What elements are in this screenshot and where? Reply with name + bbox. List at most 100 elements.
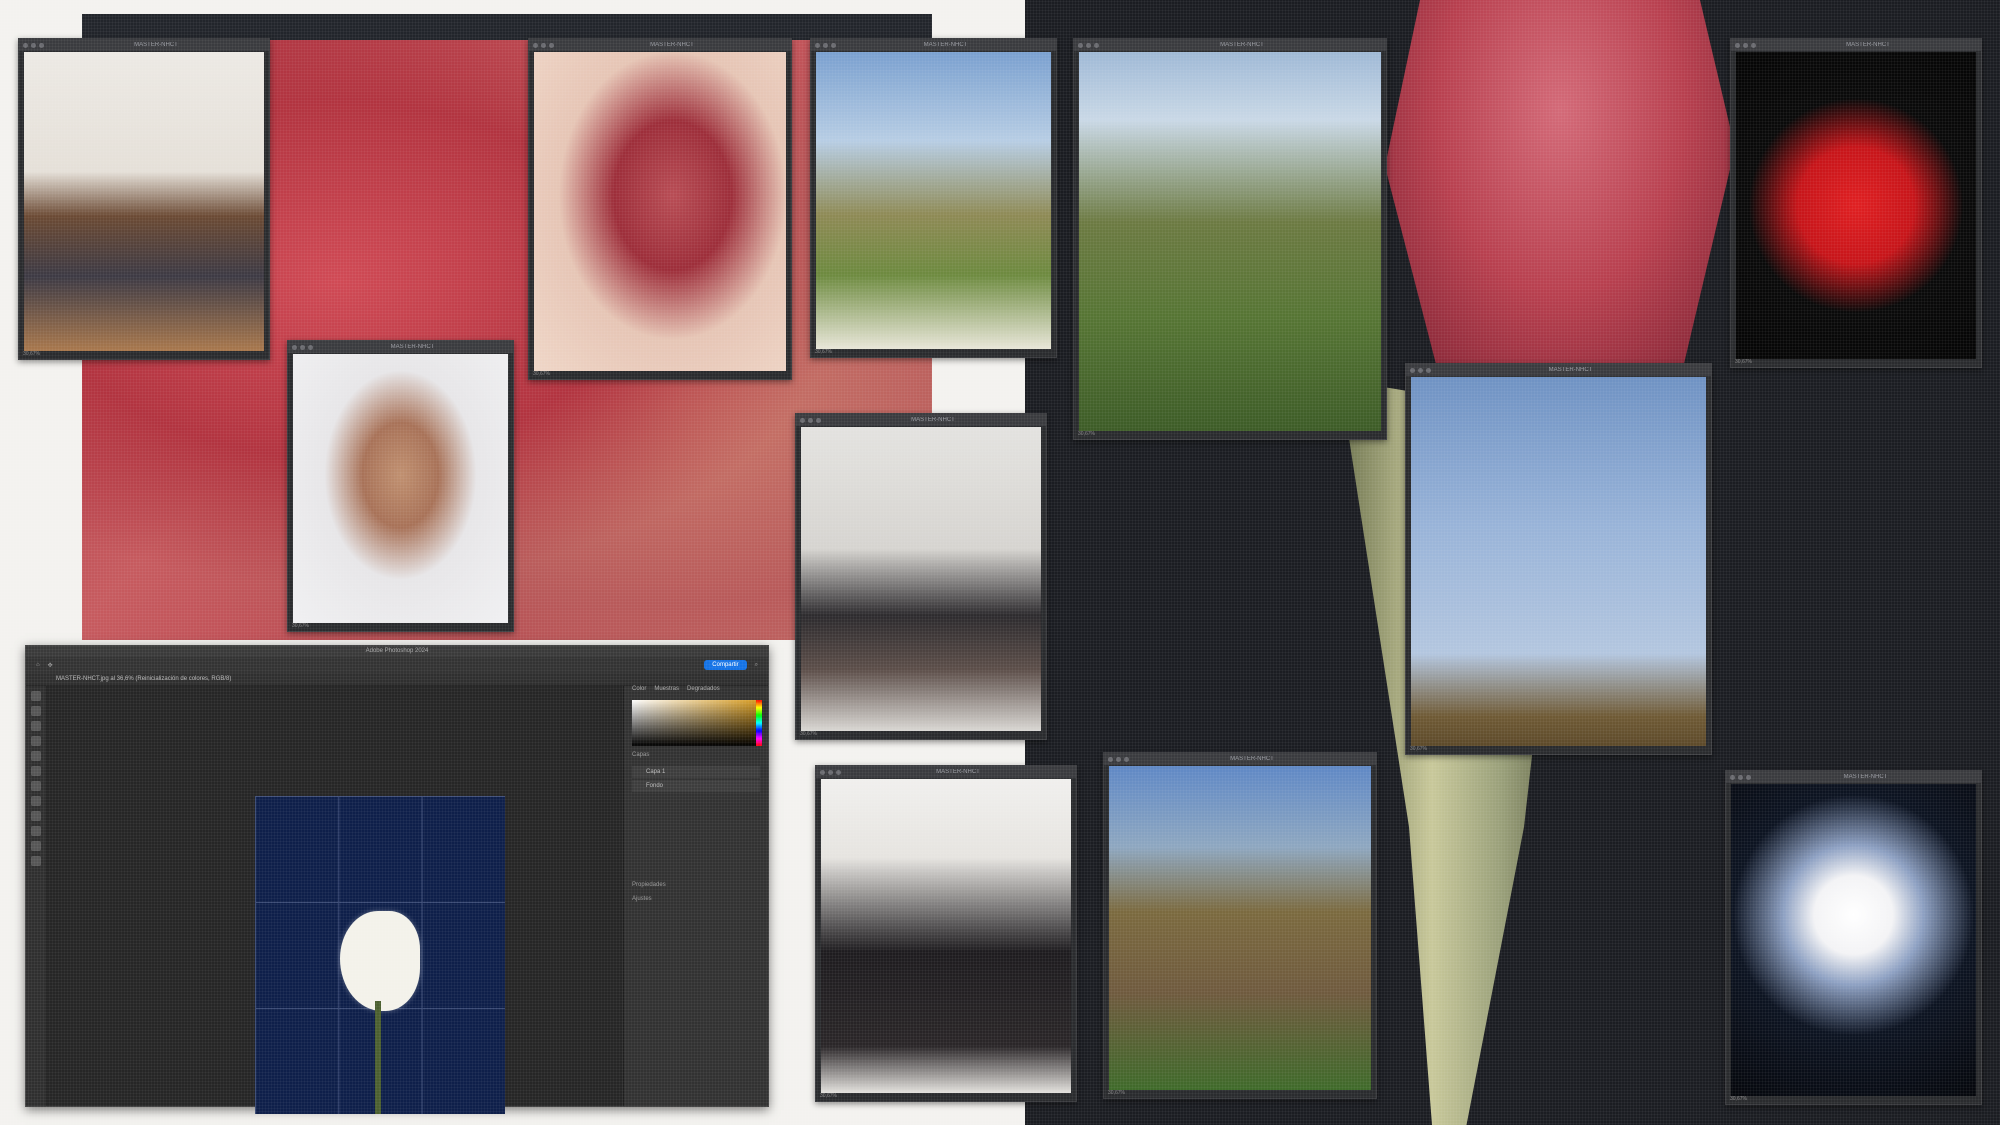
window-title: MASTER-NHCT bbox=[390, 344, 435, 350]
tab-gradients[interactable]: Degradados bbox=[687, 686, 720, 696]
window-close-icon[interactable] bbox=[23, 42, 28, 48]
window-titlebar[interactable]: MASTER-NHCT bbox=[1731, 39, 1981, 51]
hand-tool-icon[interactable] bbox=[31, 841, 41, 851]
window-titlebar[interactable]: MASTER-NHCT bbox=[19, 39, 269, 51]
photoshop-title: Adobe Photoshop 2024 bbox=[26, 646, 768, 657]
photo-window-1[interactable]: MASTER-NHCT 30,67% bbox=[18, 38, 270, 360]
calla-lily-flower bbox=[340, 911, 420, 1011]
crop-tool-icon[interactable] bbox=[31, 736, 41, 746]
home-icon[interactable]: ⌂ bbox=[36, 662, 40, 668]
color-panel-tabs[interactable]: Color Muestras Degradados bbox=[624, 686, 768, 696]
window-close-icon[interactable] bbox=[1730, 774, 1735, 780]
document-canvas[interactable] bbox=[255, 796, 505, 1114]
photo-window-2[interactable]: MASTER-NHCT 30,67% bbox=[528, 38, 792, 380]
stamp-tool-icon[interactable] bbox=[31, 781, 41, 791]
layer-row[interactable]: Capa 1 bbox=[632, 766, 760, 778]
window-minimize-icon[interactable] bbox=[31, 42, 36, 48]
window-minimize-icon[interactable] bbox=[823, 42, 828, 48]
photo-image bbox=[293, 354, 508, 623]
window-titlebar[interactable]: MASTER-NHCT bbox=[1074, 39, 1386, 51]
window-close-icon[interactable] bbox=[820, 769, 825, 775]
color-picker-field[interactable] bbox=[632, 700, 760, 746]
window-zoom-icon[interactable] bbox=[1124, 756, 1129, 762]
window-title: MASTER-NHCT bbox=[1846, 42, 1890, 48]
photo-window-4[interactable]: MASTER-NHCT 30,67% bbox=[1073, 38, 1387, 440]
window-minimize-icon[interactable] bbox=[1116, 756, 1121, 762]
window-close-icon[interactable] bbox=[1078, 42, 1083, 48]
window-close-icon[interactable] bbox=[1735, 42, 1740, 48]
window-close-icon[interactable] bbox=[1410, 367, 1415, 373]
window-titlebar[interactable]: MASTER-NHCT bbox=[1104, 753, 1376, 765]
search-icon[interactable]: ⌕ bbox=[755, 662, 758, 669]
window-zoom-icon[interactable] bbox=[1426, 367, 1431, 373]
canvas-area[interactable] bbox=[47, 686, 622, 1114]
window-titlebar[interactable]: MASTER-NHCT bbox=[288, 341, 513, 353]
eraser-tool-icon[interactable] bbox=[31, 796, 41, 806]
window-zoom-icon[interactable] bbox=[816, 417, 821, 423]
photo-window-6[interactable]: MASTER-NHCT 30,67% bbox=[287, 340, 514, 632]
lasso-tool-icon[interactable] bbox=[31, 721, 41, 731]
window-close-icon[interactable] bbox=[533, 42, 538, 48]
photo-window-7[interactable]: MASTER-NHCT 30,67% bbox=[795, 413, 1047, 740]
window-close-icon[interactable] bbox=[800, 417, 805, 423]
window-zoom-icon[interactable] bbox=[308, 344, 313, 350]
photo-window-9[interactable]: MASTER-NHCT 30,67% bbox=[815, 765, 1077, 1102]
window-titlebar[interactable]: MASTER-NHCT bbox=[1406, 364, 1711, 376]
photoshop-window[interactable]: Adobe Photoshop 2024 ⌂ ✥ Compartir ⌕ MAS… bbox=[25, 645, 769, 1114]
photo-window-5[interactable]: MASTER-NHCT 30,67% bbox=[1730, 38, 1982, 368]
window-titlebar[interactable]: MASTER-NHCT bbox=[811, 39, 1056, 51]
photo-image bbox=[24, 52, 264, 351]
photo-image bbox=[821, 779, 1071, 1093]
photo-image bbox=[1109, 766, 1371, 1090]
move-tool-icon[interactable] bbox=[31, 691, 41, 701]
window-zoom-icon[interactable] bbox=[836, 769, 841, 775]
photo-image bbox=[816, 52, 1051, 349]
window-close-icon[interactable] bbox=[292, 344, 297, 350]
photo-image bbox=[534, 52, 786, 371]
photo-image bbox=[1731, 784, 1976, 1096]
marquee-tool-icon[interactable] bbox=[31, 706, 41, 716]
share-button[interactable]: Compartir bbox=[704, 660, 747, 670]
text-tool-icon[interactable] bbox=[31, 826, 41, 836]
photo-window-8[interactable]: MASTER-NHCT 30,67% bbox=[1405, 363, 1712, 755]
window-minimize-icon[interactable] bbox=[1418, 367, 1423, 373]
window-zoom-icon[interactable] bbox=[1094, 42, 1099, 48]
tools-panel[interactable] bbox=[26, 686, 47, 1106]
photo-window-11[interactable]: MASTER-NHCT 30,67% bbox=[1725, 770, 1982, 1105]
window-titlebar[interactable]: MASTER-NHCT bbox=[816, 766, 1076, 778]
window-titlebar[interactable]: MASTER-NHCT bbox=[529, 39, 791, 51]
window-close-icon[interactable] bbox=[1108, 756, 1113, 762]
window-title: MASTER-NHCT bbox=[650, 42, 694, 48]
move-tool-icon[interactable]: ✥ bbox=[48, 662, 53, 669]
tab-swatches[interactable]: Muestras bbox=[654, 686, 679, 696]
window-titlebar[interactable]: MASTER-NHCT bbox=[796, 414, 1046, 426]
hue-slider[interactable] bbox=[756, 700, 762, 746]
photo-window-10[interactable]: MASTER-NHCT 30,67% bbox=[1103, 752, 1377, 1099]
window-minimize-icon[interactable] bbox=[828, 769, 833, 775]
window-minimize-icon[interactable] bbox=[1738, 774, 1743, 780]
window-zoom-icon[interactable] bbox=[1746, 774, 1751, 780]
window-minimize-icon[interactable] bbox=[300, 344, 305, 350]
zoom-tool-icon[interactable] bbox=[31, 856, 41, 866]
brush-tool-icon[interactable] bbox=[31, 766, 41, 776]
window-close-icon[interactable] bbox=[815, 42, 820, 48]
tab-color[interactable]: Color bbox=[632, 686, 646, 696]
options-bar[interactable]: ⌂ ✥ Compartir ⌕ bbox=[26, 657, 768, 673]
window-title: MASTER-NHCT bbox=[1548, 367, 1593, 373]
photo-window-3[interactable]: MASTER-NHCT 30,67% bbox=[810, 38, 1057, 358]
layer-row[interactable]: Fondo bbox=[632, 780, 760, 792]
gradient-tool-icon[interactable] bbox=[31, 811, 41, 821]
window-zoom-icon[interactable] bbox=[549, 42, 554, 48]
window-minimize-icon[interactable] bbox=[1743, 42, 1748, 48]
document-tab[interactable]: MASTER-NHCT.jpg al 36,6% (Reinicializaci… bbox=[26, 673, 768, 686]
eyedropper-tool-icon[interactable] bbox=[31, 751, 41, 761]
window-minimize-icon[interactable] bbox=[541, 42, 546, 48]
window-minimize-icon[interactable] bbox=[1086, 42, 1091, 48]
window-zoom-icon[interactable] bbox=[39, 42, 44, 48]
window-titlebar[interactable]: MASTER-NHCT bbox=[1726, 771, 1981, 783]
window-minimize-icon[interactable] bbox=[808, 417, 813, 423]
right-panels[interactable]: Color Muestras Degradados Capas Capa 1 F… bbox=[623, 686, 768, 1106]
zoom-level: 30,67% bbox=[815, 349, 832, 355]
window-zoom-icon[interactable] bbox=[831, 42, 836, 48]
window-zoom-icon[interactable] bbox=[1751, 42, 1756, 48]
